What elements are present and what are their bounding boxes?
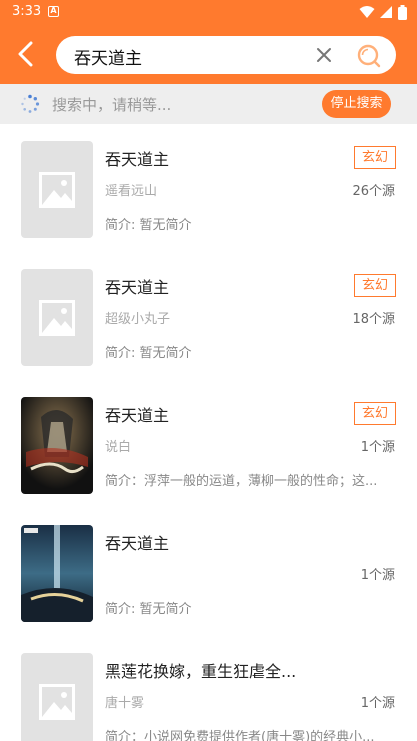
search-results-list[interactable]: 吞天道主 玄幻 遥看远山 26个源 简介: 暂无简介 吞天道主 玄幻 超级小丸子… bbox=[0, 124, 417, 741]
book-intro: 简介: 暂无简介 bbox=[105, 218, 192, 233]
search-input[interactable]: 吞天道主 bbox=[74, 44, 142, 69]
cover-art-image bbox=[21, 397, 93, 494]
book-list-item[interactable]: 黑莲花换嫁，重生狂虐全... 唐十雾 1个源 简介：小说网免费提供作者(唐十雾)… bbox=[0, 636, 417, 741]
notification-icon: A bbox=[48, 6, 59, 17]
book-title: 吞天道主 bbox=[105, 150, 170, 169]
source-count: 26个源 bbox=[352, 184, 395, 199]
wifi-icon bbox=[359, 6, 375, 18]
close-icon bbox=[317, 48, 331, 62]
status-bar: 3:33 A bbox=[0, 0, 417, 24]
book-list-item[interactable]: 吞天道主 1个源 简介: 暂无简介 bbox=[0, 508, 417, 636]
book-list-item[interactable]: 吞天道主 玄幻 超级小丸子 18个源 简介: 暂无简介 bbox=[0, 252, 417, 380]
image-placeholder-icon bbox=[21, 653, 93, 741]
book-intro: 简介：浮萍一般的运道，薄柳一般的性命；这... bbox=[105, 474, 378, 489]
book-title: 吞天道主 bbox=[105, 278, 170, 297]
book-list-item[interactable]: 吞天道主 玄幻 说白 1个源 简介：浮萍一般的运道，薄柳一般的性命；这... bbox=[0, 380, 417, 508]
book-cover bbox=[21, 525, 93, 622]
image-placeholder-icon bbox=[21, 269, 93, 366]
source-count: 1个源 bbox=[360, 696, 395, 711]
genre-tag: 玄幻 bbox=[354, 274, 396, 297]
source-count: 1个源 bbox=[360, 440, 395, 455]
book-intro: 简介：小说网免费提供作者(唐十雾)的经典小... bbox=[105, 730, 375, 741]
book-cover bbox=[21, 653, 93, 741]
genre-tag: 玄幻 bbox=[354, 146, 396, 169]
book-intro: 简介: 暂无简介 bbox=[105, 346, 192, 361]
book-author: 遥看远山 bbox=[105, 184, 158, 199]
book-author: 唐十雾 bbox=[105, 696, 145, 711]
book-title: 黑莲花换嫁，重生狂虐全... bbox=[105, 662, 297, 681]
cover-art-image bbox=[21, 525, 93, 622]
genre-tag: 玄幻 bbox=[354, 402, 396, 425]
book-title: 吞天道主 bbox=[105, 406, 170, 425]
book-author: 超级小丸子 bbox=[105, 312, 171, 327]
search-button[interactable] bbox=[356, 43, 382, 69]
search-icon bbox=[357, 44, 381, 68]
back-button[interactable] bbox=[10, 38, 42, 70]
book-title: 吞天道主 bbox=[105, 534, 170, 553]
book-cover bbox=[21, 397, 93, 494]
battery-icon bbox=[398, 4, 407, 20]
search-app-bar: 吞天道主 bbox=[0, 24, 417, 84]
back-arrow-icon bbox=[18, 41, 33, 67]
signal-icon bbox=[380, 6, 392, 18]
loading-spinner-icon bbox=[21, 94, 40, 113]
status-time: 3:33 bbox=[12, 4, 42, 19]
source-count: 1个源 bbox=[360, 568, 395, 583]
book-cover bbox=[21, 269, 93, 366]
search-box[interactable]: 吞天道主 bbox=[56, 36, 396, 74]
stop-search-button[interactable]: 停止搜索 bbox=[322, 90, 391, 118]
book-intro: 简介: 暂无简介 bbox=[105, 602, 192, 617]
search-progress-text: 搜索中，请稍等... bbox=[52, 96, 172, 114]
book-list-item[interactable]: 吞天道主 玄幻 遥看远山 26个源 简介: 暂无简介 bbox=[0, 124, 417, 252]
clear-button[interactable] bbox=[314, 45, 334, 65]
status-icons bbox=[359, 4, 407, 20]
image-placeholder-icon bbox=[21, 141, 93, 238]
book-author: 说白 bbox=[105, 440, 132, 455]
search-progress-bar: 搜索中，请稍等... 停止搜索 bbox=[0, 84, 417, 124]
book-cover bbox=[21, 141, 93, 238]
source-count: 18个源 bbox=[352, 312, 395, 327]
